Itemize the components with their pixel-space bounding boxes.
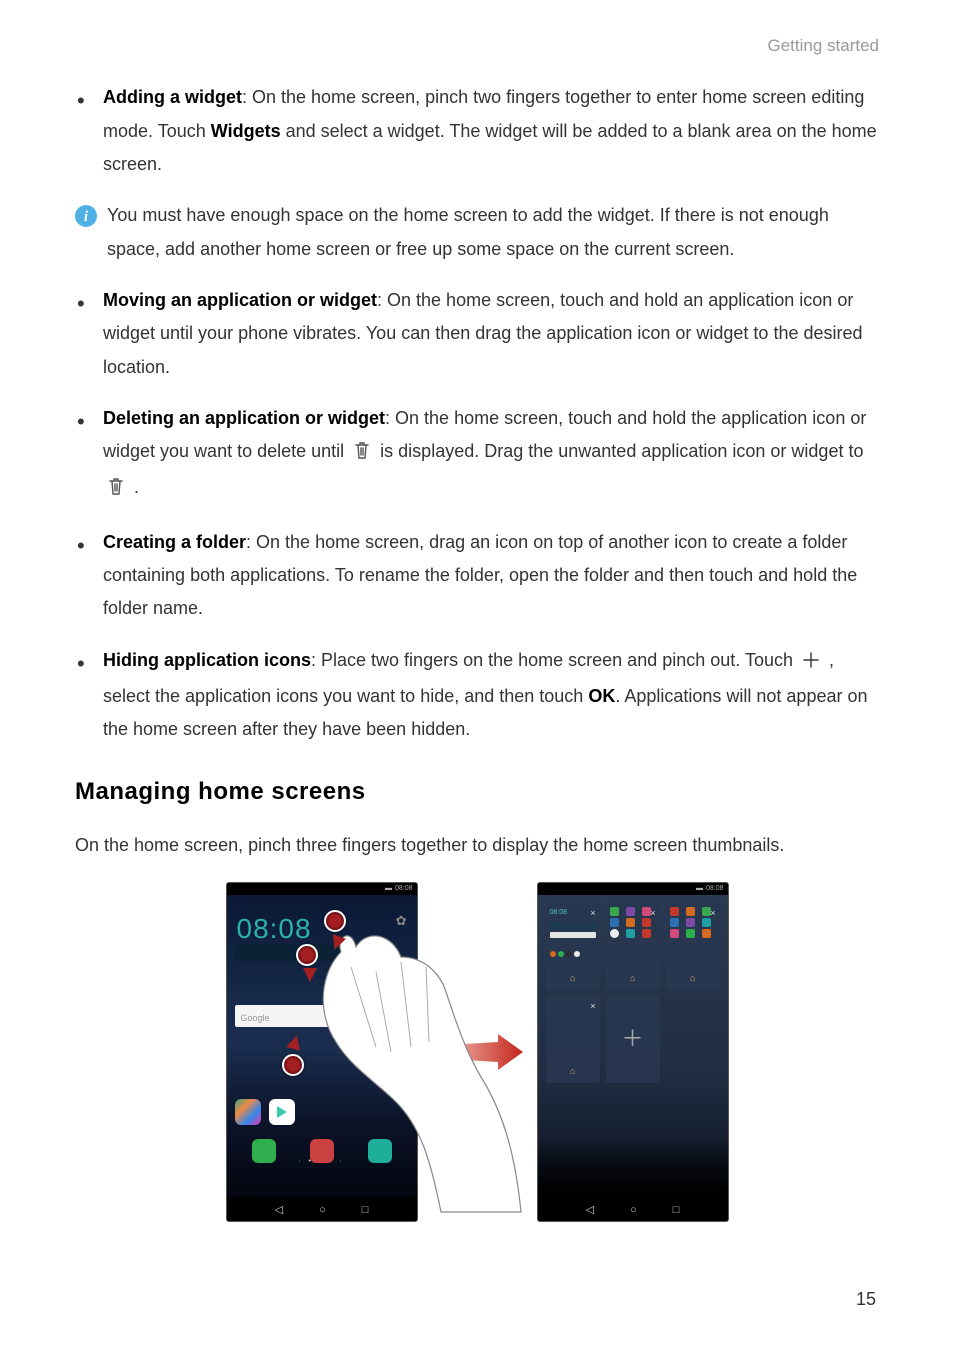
thumbnails-view: × 08:08 ⌂ ×	[538, 895, 728, 1197]
dock	[235, 1139, 409, 1163]
add-screen-thumbnail: ＋	[606, 996, 660, 1083]
info-callout: i You must have enough space on the home…	[75, 199, 879, 266]
screen-thumbnail: × ⌂	[606, 903, 660, 990]
mini-icons	[670, 907, 716, 938]
screen-thumbnail: × ⌂	[546, 996, 600, 1083]
status-time: 08:08	[395, 883, 413, 896]
mini-clock: 08:08	[550, 907, 596, 920]
bullet-adding-widget: Adding a widget: On the home screen, pin…	[103, 81, 879, 181]
app-row	[235, 1099, 295, 1125]
bullet-title: Moving an application or widget	[103, 290, 377, 310]
back-icon: ◁	[275, 1200, 283, 1220]
folder-icon	[235, 1099, 261, 1125]
bullet-list: Adding a widget: On the home screen, pin…	[75, 81, 879, 181]
page-number: 15	[856, 1283, 876, 1316]
recent-icon: □	[362, 1200, 369, 1220]
plus-icon	[802, 647, 820, 680]
battery-icon: ▬	[385, 883, 392, 896]
section-intro: On the home screen, pinch three fingers …	[75, 829, 879, 862]
home-indicator-icon: ⌂	[670, 970, 716, 987]
nav-bar: ◁ ○ □	[538, 1197, 728, 1222]
header-section-label: Getting started	[75, 30, 879, 61]
bullet-text: is displayed. Drag the unwanted applicat…	[380, 441, 863, 461]
bullet-creating-folder: Creating a folder: On the home screen, d…	[103, 526, 879, 626]
mini-icons	[610, 907, 656, 938]
home-icon: ○	[630, 1200, 637, 1220]
transition-arrow-icon	[430, 1032, 525, 1072]
phone-wallpaper: 08:08 ✿ Google · • · · ·	[227, 895, 417, 1197]
messaging-icon	[368, 1139, 392, 1163]
touch-point-icon	[324, 910, 346, 932]
status-bar: ▬ 08:08	[227, 883, 417, 895]
home-indicator-icon: ⌂	[610, 970, 656, 987]
status-bar: ▬ 08:08	[538, 883, 728, 895]
nav-bar: ◁ ○ □	[227, 1197, 417, 1222]
google-search-bar: Google	[235, 1005, 363, 1027]
bullet-deleting: Deleting an application or widget: On th…	[103, 402, 879, 508]
bullet-title: Hiding application icons	[103, 650, 311, 670]
info-icon: i	[75, 205, 97, 227]
bullet-text: : Place two fingers on the home screen a…	[311, 650, 798, 670]
phone-mock-left: ▬ 08:08 08:08 ✿ Google · • · · ·	[226, 882, 418, 1222]
phone-mock-right: ▬ 08:08 × 08:08	[537, 882, 729, 1222]
plus-icon: ＋	[621, 1019, 643, 1060]
bullet-hiding: Hiding application icons: Place two fing…	[103, 644, 879, 747]
bullet-title: Adding a widget	[103, 87, 242, 107]
bullet-text: .	[134, 477, 139, 497]
phone-icon	[252, 1139, 276, 1163]
gesture-arrow-icon	[303, 968, 317, 982]
bullet-title: Creating a folder	[103, 532, 246, 552]
widgets-word: Widgets	[211, 121, 281, 141]
touch-point-icon	[296, 944, 318, 966]
play-store-icon	[269, 1099, 295, 1125]
back-icon: ◁	[586, 1200, 594, 1220]
gear-icon: ✿	[396, 909, 407, 933]
section-heading: Managing home screens	[75, 770, 879, 814]
screen-thumbnail: × 08:08 ⌂	[546, 903, 600, 990]
bullet-title: Deleting an application or widget	[103, 408, 385, 428]
bullet-moving: Moving an application or widget: On the …	[103, 284, 879, 384]
ok-word: OK	[588, 686, 615, 706]
wallpaper-ridge	[538, 1137, 728, 1197]
touch-point-icon	[282, 1054, 304, 1076]
info-text: You must have enough space on the home s…	[107, 199, 879, 266]
bullet-list-cont: Moving an application or widget: On the …	[75, 284, 879, 747]
screen-thumbnail: × ⌂	[666, 903, 720, 990]
home-icon: ○	[319, 1200, 326, 1220]
recent-icon: □	[673, 1200, 680, 1220]
status-time: 08:08	[706, 883, 724, 896]
close-icon: ×	[590, 998, 595, 1015]
close-icon: ×	[590, 905, 595, 922]
contacts-icon	[310, 1139, 334, 1163]
figure-row: ▬ 08:08 08:08 ✿ Google · • · · ·	[75, 882, 879, 1222]
trash-icon	[353, 438, 371, 471]
home-indicator-icon: ⌂	[550, 970, 596, 987]
close-icon: ×	[650, 905, 655, 922]
thumbnail-grid: × 08:08 ⌂ ×	[546, 903, 720, 1083]
battery-icon: ▬	[696, 883, 703, 896]
home-indicator-icon: ⌂	[550, 1063, 596, 1080]
close-icon: ×	[710, 905, 715, 922]
mini-dock	[550, 949, 596, 959]
trash-icon	[107, 474, 125, 507]
